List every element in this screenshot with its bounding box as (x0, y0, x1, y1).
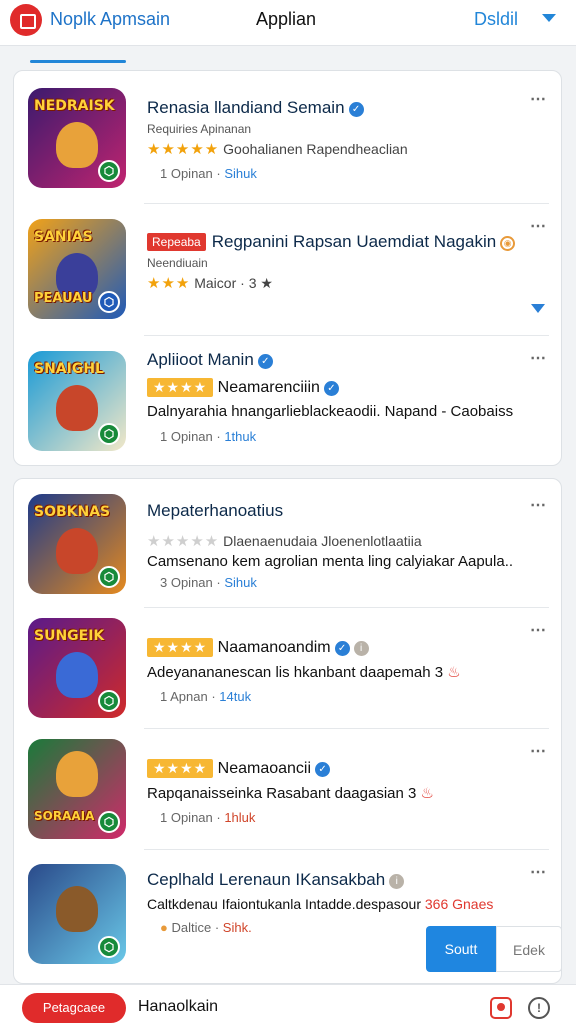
primary-action-button[interactable]: Soutt (426, 926, 496, 972)
app-thumbnail[interactable]: ⬡ (28, 864, 126, 964)
star-rating: ★★★★ (147, 638, 214, 657)
verified-icon: ✓ (257, 354, 273, 369)
hero-image (56, 122, 98, 168)
badge-icon: ⬡ (98, 811, 120, 833)
info-icon[interactable]: ! (528, 997, 550, 1019)
thumbnail-text: SNAIGHL (34, 361, 104, 377)
app-meta: 1 Apnan · 14tuk (160, 689, 252, 704)
hero-image (56, 528, 98, 574)
hero-image (56, 652, 98, 698)
list-item[interactable]: SUNGEIK ⬡ ★★★★ Naamanoandim ✓ i Adeyananan… (14, 608, 561, 728)
app-title[interactable]: Apliioot Manin ✓ (147, 350, 273, 370)
app-meta: 1 Opinan · 1thuk (160, 429, 257, 444)
header-menu-label[interactable]: Dsldil (474, 9, 518, 30)
tag-badge: Repeaba (147, 233, 206, 251)
hero-image (56, 751, 98, 797)
page-title: Applian (256, 9, 317, 29)
app-thumbnail[interactable]: SANIAS PEAUAU ⬡ (28, 219, 126, 319)
app-description: Dalnyarahia hnangarlieblackeaodii. Napan… (147, 403, 514, 420)
badge-icon: ⬡ (98, 566, 120, 588)
app-description: Adeyanananescan lis hkanbant daapemah 3 … (147, 664, 461, 681)
hero-image (56, 886, 98, 932)
badge-icon: ⬡ (98, 936, 120, 958)
verified-icon: ✓ (334, 641, 350, 656)
badge-icon: ⬡ (98, 423, 120, 445)
app-meta: 1 Opinan · 1hluk (160, 810, 256, 825)
tab-indicator (30, 60, 126, 63)
app-subtitle: Neendiuain (147, 256, 208, 270)
more-options-icon[interactable]: ⋯ (530, 862, 547, 882)
app-meta: 1 Opinan · Sihuk (160, 166, 257, 181)
app-thumbnail[interactable]: SORAAIA ⬡ (28, 739, 126, 839)
app-meta: 3 Opinan · Sihuk (160, 575, 257, 590)
app-list-card: NEDRAISK ⬡ Renasia llandiand Semain ✓ Req… (13, 70, 562, 466)
more-options-icon[interactable]: ⋯ (530, 495, 547, 515)
app-title[interactable]: Mepaterhanoatius (147, 501, 283, 521)
more-options-icon[interactable]: ⋯ (530, 89, 547, 109)
app-thumbnail[interactable]: SNAIGHL ⬡ (28, 351, 126, 451)
list-item[interactable]: SANIAS PEAUAU ⬡ Repeaba Regpanini Rapsan … (14, 204, 561, 334)
more-options-icon[interactable]: ⋯ (530, 348, 547, 368)
fire-icon: ♨ (420, 785, 434, 802)
info-icon: ◉ (500, 236, 516, 251)
bottom-label: Hanaolkain (138, 998, 219, 1015)
info-icon: i (389, 874, 405, 889)
star-rating: ★★★★★ (147, 533, 220, 550)
bottom-pill-button[interactable]: Petagcaee (22, 993, 126, 1023)
rating-line: ★★★★ Naamanoandim ✓ i (147, 638, 369, 657)
app-title[interactable]: Repeaba Regpanini Rapsan Uaemdiat Nagakin… (147, 232, 516, 252)
verified-icon: ✓ (315, 762, 331, 777)
fire-icon: ♨ (447, 664, 461, 681)
media-icon[interactable] (490, 997, 512, 1019)
app-description: Rapqanaisseinka Rasabant daagasian 3 ♨ (147, 785, 434, 802)
verified-icon: ✓ (323, 381, 339, 396)
hero-image (56, 385, 98, 431)
star-rating: ★★★★ (147, 759, 214, 778)
secondary-action-button[interactable]: Edek (496, 926, 562, 972)
app-title[interactable]: Ceplhald Lerenaun IKansakbah i (147, 870, 405, 890)
app-title[interactable]: Renasia llandiand Semain ✓ (147, 98, 364, 118)
brand-name[interactable]: Noplk Apmsain (50, 9, 170, 30)
app-logo-icon[interactable] (10, 4, 42, 36)
thumbnail-text: NEDRAISK (34, 98, 115, 114)
star-rating: ★★★★ (147, 378, 214, 397)
app-thumbnail[interactable]: SUNGEIK ⬡ (28, 618, 126, 718)
list-item[interactable]: SORAAIA ⬡ ★★★★ Neamaoancii ✓ Rapqanaissei… (14, 729, 561, 849)
rating-line: ★★★ Maicor · 3 ★ (147, 275, 273, 292)
more-options-icon[interactable]: ⋯ (530, 741, 547, 761)
thumbnail-text: SOBKNAS (34, 504, 111, 520)
badge-icon: ⬡ (98, 291, 120, 313)
app-meta: ● Daltice · Sihk. (160, 920, 252, 935)
app-thumbnail[interactable]: NEDRAISK ⬡ (28, 88, 126, 188)
list-item[interactable]: SNAIGHL ⬡ Apliioot Manin ✓ ★★★★ Neamarenc… (14, 336, 561, 466)
star-rating: ★★★★★ (147, 141, 220, 158)
more-options-icon[interactable]: ⋯ (530, 620, 547, 640)
bottom-bar: Petagcaee Hanaolkain ! (0, 984, 576, 1024)
verified-icon: ✓ (348, 102, 364, 117)
app-description: Caltkdenau Ifaiontukanla Intadde.despaso… (147, 896, 494, 912)
app-description: Camsenano kem agrolian menta ling calyia… (147, 553, 514, 570)
list-item[interactable]: NEDRAISK ⬡ Renasia llandiand Semain ✓ Req… (14, 71, 561, 201)
thumbnail-text: SUNGEIK (34, 628, 105, 644)
app-list-card: SOBKNAS ⬡ Mepaterhanoatius ★★★★★ Dlaenae… (13, 478, 562, 984)
list-item[interactable]: SOBKNAS ⬡ Mepaterhanoatius ★★★★★ Dlaenae… (14, 479, 561, 607)
rating-line: ★★★★ Neamarenciiin ✓ (147, 378, 339, 397)
app-subtitle: Requiries Apinanan (147, 122, 252, 136)
expand-icon[interactable] (531, 304, 545, 313)
rating-line: ★★★★ Neamaoancii ✓ (147, 759, 331, 778)
badge-icon: ⬡ (98, 690, 120, 712)
info-icon: i (353, 641, 369, 656)
chevron-down-icon[interactable] (542, 14, 556, 22)
rating-line: ★★★★★ Dlaenaenudaia Jloenenlotlaatiia (147, 533, 422, 550)
app-thumbnail[interactable]: SOBKNAS ⬡ (28, 494, 126, 594)
coin-icon: ● (160, 920, 168, 935)
badge-icon: ⬡ (98, 160, 120, 182)
more-options-icon[interactable]: ⋯ (530, 216, 547, 236)
thumbnail-text: SANIAS (34, 229, 93, 245)
rating-line: ★★★★★ Goohalianen Rapendheaclian (147, 141, 408, 158)
star-rating: ★★★ (147, 275, 191, 292)
top-bar: Noplk Apmsain Applian Dsldil (0, 0, 576, 46)
